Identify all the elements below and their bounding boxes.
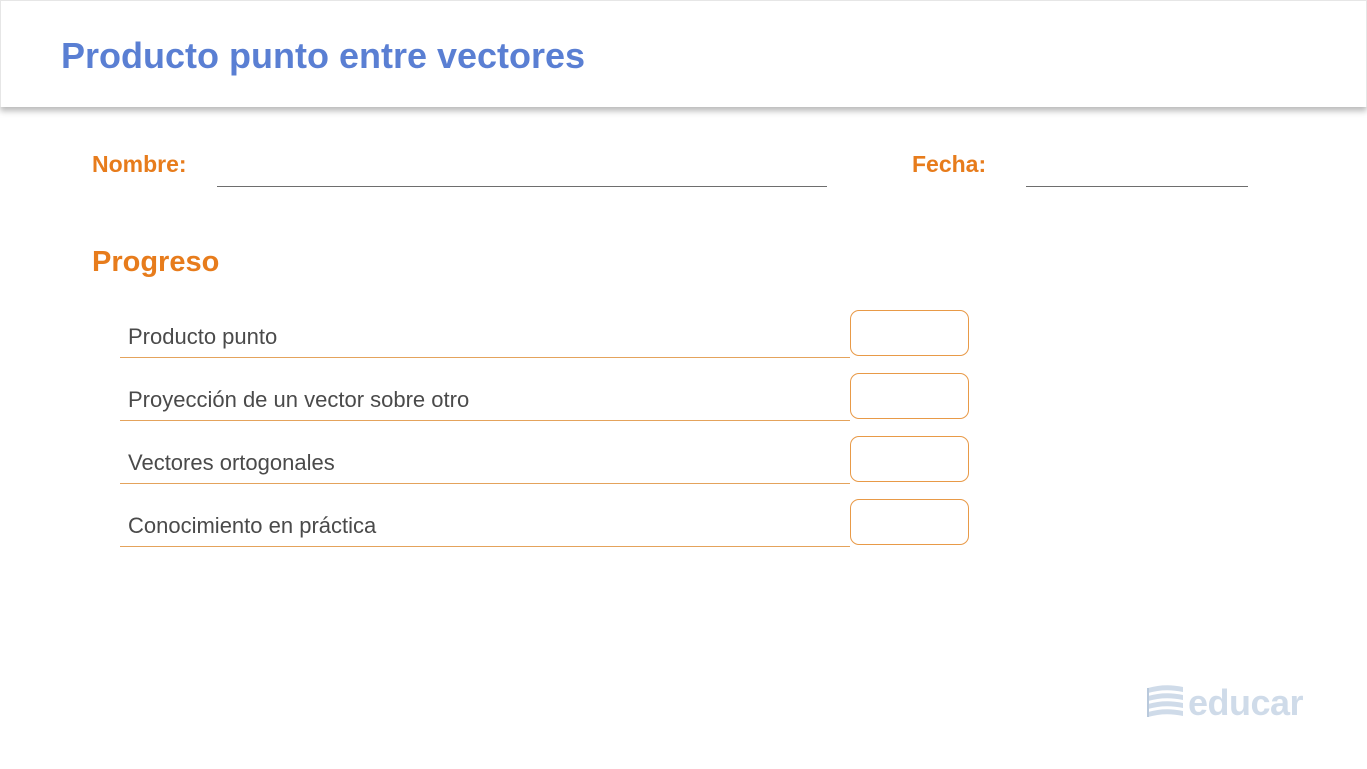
page-title: Producto punto entre vectores: [61, 35, 586, 76]
progress-row: Producto punto: [120, 310, 970, 358]
progress-row: Proyección de un vector sobre otro: [120, 373, 970, 421]
name-field[interactable]: [217, 186, 827, 187]
progress-item-label: Vectores ortogonales: [128, 450, 335, 475]
progress-checkbox[interactable]: [850, 373, 969, 419]
date-field[interactable]: [1026, 186, 1248, 187]
progress-item-label: Conocimiento en práctica: [128, 513, 377, 538]
progress-row: Conocimiento en práctica: [120, 499, 970, 547]
date-label: Fecha:: [912, 151, 987, 177]
progress-row: Vectores ortogonales: [120, 436, 970, 484]
name-label: Nombre:: [92, 151, 187, 177]
progress-checkbox[interactable]: [850, 310, 969, 356]
progress-item-underline: [120, 420, 850, 421]
stacked-books-icon: [1147, 685, 1183, 717]
progress-checkbox[interactable]: [850, 436, 969, 482]
educar-logo: educar: [1145, 682, 1305, 724]
progress-checkbox[interactable]: [850, 499, 969, 545]
worksheet-page: Producto punto entre vectores Nombre: Fe…: [0, 0, 1367, 769]
logo-text: educar: [1188, 682, 1304, 723]
progress-item-underline: [120, 546, 850, 547]
header-bar: Producto punto entre vectores: [0, 0, 1367, 107]
progress-item-underline: [120, 357, 850, 358]
progress-item-underline: [120, 483, 850, 484]
progress-title: Progreso: [92, 246, 220, 278]
progress-item-label: Producto punto: [128, 324, 278, 349]
progress-item-label: Proyección de un vector sobre otro: [128, 387, 470, 412]
